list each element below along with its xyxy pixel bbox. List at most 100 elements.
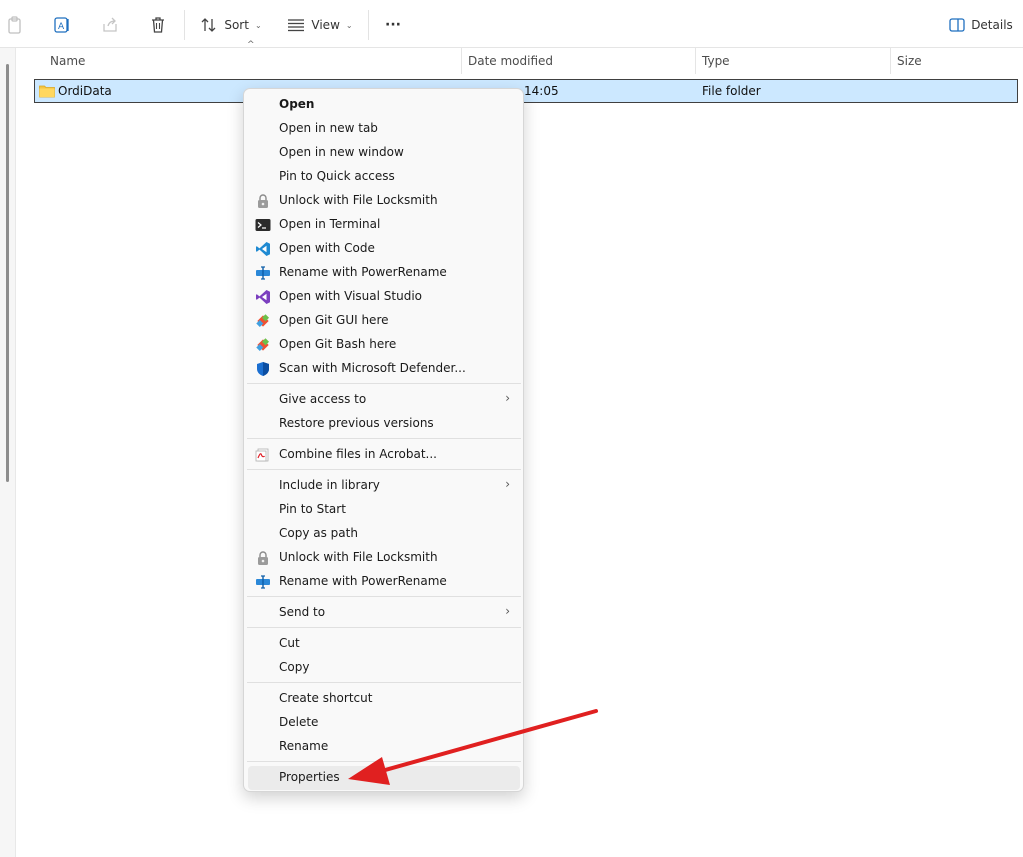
menu-separator <box>247 596 521 597</box>
menu-item-pin-quick-access[interactable]: Pin to Quick access <box>248 165 520 189</box>
menu-item-label: Properties <box>279 770 340 784</box>
powerrename-icon <box>256 266 270 280</box>
rename-icon: A <box>54 17 69 33</box>
git-icon <box>256 338 270 352</box>
command-bar: A Sort ⌄ View ⌄ ··· Details <box>0 0 1023 48</box>
paste-icon <box>8 16 21 34</box>
menu-item-powerrename-2[interactable]: Rename with PowerRename <box>248 570 520 594</box>
menu-item-unlock-locksmith[interactable]: Unlock with File Locksmith <box>248 189 520 213</box>
menu-item-give-access[interactable]: Give access to › <box>248 388 520 412</box>
menu-item-open-visual-studio[interactable]: Open with Visual Studio <box>248 285 520 309</box>
view-button[interactable]: View ⌄ <box>286 10 354 40</box>
column-type[interactable]: Type <box>696 48 889 74</box>
menu-item-label: Unlock with File Locksmith <box>279 193 438 207</box>
menu-item-scan-defender[interactable]: Scan with Microsoft Defender... <box>248 357 520 381</box>
menu-item-unlock-locksmith-2[interactable]: Unlock with File Locksmith <box>248 546 520 570</box>
share-icon <box>103 17 117 32</box>
menu-item-git-bash[interactable]: Open Git Bash here <box>248 333 520 357</box>
menu-item-pin-start[interactable]: Pin to Start <box>248 498 520 522</box>
menu-separator <box>247 438 521 439</box>
menu-item-create-shortcut[interactable]: Create shortcut <box>248 687 520 711</box>
menu-item-git-gui[interactable]: Open Git GUI here <box>248 309 520 333</box>
visual-studio-icon <box>256 290 270 304</box>
menu-item-label: Pin to Quick access <box>279 169 395 183</box>
chevron-right-icon: › <box>505 477 510 491</box>
menu-item-open[interactable]: Open <box>248 93 520 117</box>
menu-item-label: Create shortcut <box>279 691 373 705</box>
file-date-modified: 14:05 <box>524 84 559 98</box>
rename-button[interactable]: A <box>50 10 74 40</box>
paste-button[interactable] <box>4 10 26 40</box>
menu-item-open-terminal[interactable]: Open in Terminal <box>248 213 520 237</box>
column-size[interactable]: Size <box>891 48 1021 74</box>
sort-icon <box>201 18 216 32</box>
menu-item-rename[interactable]: Rename <box>248 735 520 759</box>
menu-item-label: Restore previous versions <box>279 416 434 430</box>
share-button[interactable] <box>98 10 122 40</box>
menu-item-label: Rename with PowerRename <box>279 265 447 279</box>
menu-item-restore-versions[interactable]: Restore previous versions <box>248 412 520 436</box>
menu-item-label: Rename with PowerRename <box>279 574 447 588</box>
menu-item-label: Copy as path <box>279 526 358 540</box>
column-name[interactable]: Name <box>44 48 460 74</box>
nav-scrollbar[interactable] <box>6 64 9 482</box>
menu-item-cut[interactable]: Cut <box>248 632 520 656</box>
menu-separator <box>247 469 521 470</box>
sort-label: Sort <box>224 18 249 32</box>
delete-button[interactable] <box>146 10 170 40</box>
details-pane-button[interactable]: Details <box>946 10 1016 40</box>
menu-item-label: Send to <box>279 605 326 619</box>
menu-separator <box>247 761 521 762</box>
menu-item-label: Combine files in Acrobat... <box>279 447 437 461</box>
menu-item-include-library[interactable]: Include in library › <box>248 474 520 498</box>
menu-item-label: Unlock with File Locksmith <box>279 550 438 564</box>
menu-item-delete[interactable]: Delete <box>248 711 520 735</box>
more-options-button[interactable]: ··· <box>380 10 406 40</box>
menu-item-open-new-tab[interactable]: Open in new tab <box>248 117 520 141</box>
column-date-modified[interactable]: Date modified <box>462 48 694 74</box>
menu-item-label: Delete <box>279 715 319 729</box>
lock-icon <box>258 194 268 208</box>
menu-item-copy[interactable]: Copy <box>248 656 520 680</box>
menu-item-combine-acrobat[interactable]: Combine files in Acrobat... <box>248 443 520 467</box>
menu-separator <box>247 682 521 683</box>
chevron-down-icon: ⌄ <box>254 20 262 30</box>
trash-icon <box>152 17 164 33</box>
terminal-icon <box>255 219 271 231</box>
menu-item-label: Open in new window <box>279 145 404 159</box>
menu-item-label: Open with Visual Studio <box>279 289 422 303</box>
menu-item-open-with-code[interactable]: Open with Code <box>248 237 520 261</box>
vscode-icon <box>256 242 270 256</box>
view-label: View <box>311 18 340 32</box>
column-header: Name Date modified Type Size <box>17 48 1023 74</box>
powerrename-icon <box>256 575 270 589</box>
details-label: Details <box>971 18 1013 32</box>
menu-item-label: Pin to Start <box>279 502 346 516</box>
menu-item-label: Open Git Bash here <box>279 337 397 351</box>
menu-item-label: Rename <box>279 739 329 753</box>
menu-item-label: Open <box>279 97 315 111</box>
menu-item-label: Copy <box>279 660 310 674</box>
menu-item-powerrename[interactable]: Rename with PowerRename <box>248 261 520 285</box>
menu-item-send-to[interactable]: Send to › <box>248 601 520 625</box>
details-pane-icon <box>949 18 965 32</box>
toolbar-divider <box>184 10 185 40</box>
navigation-pane <box>0 48 16 857</box>
folder-icon <box>39 85 55 98</box>
svg-text:A: A <box>58 22 65 32</box>
chevron-down-icon: ⌄ <box>345 20 353 30</box>
sort-button[interactable]: Sort ⌄ <box>198 10 264 40</box>
chevron-right-icon: › <box>505 391 510 405</box>
file-row-selected[interactable]: OrdiData 14:05 File folder <box>34 79 1018 103</box>
menu-separator <box>247 627 521 628</box>
file-name: OrdiData <box>58 84 112 98</box>
menu-item-open-new-window[interactable]: Open in new window <box>248 141 520 165</box>
lock-icon <box>258 551 268 565</box>
menu-item-properties[interactable]: Properties <box>248 766 520 790</box>
more-icon: ··· <box>385 17 401 33</box>
menu-item-copy-as-path[interactable]: Copy as path <box>248 522 520 546</box>
menu-item-label: Cut <box>279 636 300 650</box>
menu-item-label: Open with Code <box>279 241 375 255</box>
menu-item-label: Open in new tab <box>279 121 378 135</box>
menu-item-label: Open in Terminal <box>279 217 381 231</box>
